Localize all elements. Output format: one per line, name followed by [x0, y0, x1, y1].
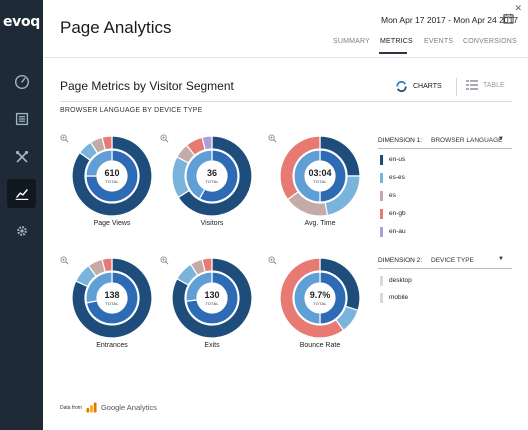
google-analytics-label: Google Analytics	[100, 403, 157, 412]
legend-swatch	[380, 190, 383, 201]
donut-total-label: TOTAL	[205, 179, 219, 184]
legend-item-desktop[interactable]: desktop	[380, 274, 412, 287]
donut-total-value: 03:04	[308, 168, 332, 178]
page-analytics-window: evoq Page Analytics Mon Apr 17 2017 - Mo…	[0, 0, 528, 430]
donut-total-value: 130	[204, 290, 220, 300]
legend-label: desktop	[389, 277, 412, 284]
footer-prefix: Data from	[60, 404, 82, 411]
legend-label: en-us	[389, 156, 406, 163]
donut-title: Bounce Rate	[299, 342, 341, 349]
donut-total-value: 138	[104, 290, 120, 300]
legend-item-en-au[interactable]: en-au	[380, 225, 406, 238]
dimension2-label: DIMENSION 2:	[378, 257, 423, 264]
dimension1-select[interactable]: DIMENSION 1: BROWSER LANGUAGE ▼	[378, 135, 512, 149]
legend-label: es	[389, 192, 396, 199]
donut-total-label: TOTAL	[313, 179, 327, 184]
zoom-icon[interactable]	[160, 256, 169, 265]
donut-total-label: TOTAL	[313, 301, 327, 306]
donut-title: Visitors	[200, 220, 224, 227]
legend-swatch	[380, 226, 383, 237]
donut-total-value: 36	[206, 168, 217, 178]
zoom-icon[interactable]	[160, 134, 169, 143]
donut-title: Exits	[204, 342, 220, 349]
legend-item-en-us[interactable]: en-us	[380, 153, 405, 166]
legend-swatch	[380, 292, 383, 303]
chevron-down-icon: ▼	[498, 256, 504, 262]
donut-title: Entrances	[96, 342, 128, 349]
legend-item-en-gb[interactable]: en-gb	[380, 207, 406, 220]
donut-total-value: 610	[104, 168, 120, 178]
legend-label: en-au	[389, 228, 406, 235]
zoom-icon[interactable]	[60, 256, 69, 265]
legend-swatch	[380, 154, 383, 165]
donut-total-label: TOTAL	[205, 301, 219, 306]
donut-total-label: TOTAL	[105, 301, 119, 306]
donut-total-label: TOTAL	[105, 179, 119, 184]
legend-swatch	[380, 208, 383, 219]
footer: Data from Google Analytics	[60, 402, 157, 413]
dimension1-label: DIMENSION 1:	[378, 137, 423, 144]
dimension2-select[interactable]: DIMENSION 2: DEVICE TYPE ▼	[378, 255, 512, 269]
dimension2-value: DEVICE TYPE	[431, 257, 474, 264]
donut-title: Page Views	[93, 220, 131, 227]
donut-total-value: 9.7%	[309, 290, 331, 300]
legend-label: mobile	[389, 294, 409, 301]
zoom-icon[interactable]	[268, 256, 277, 265]
zoom-icon[interactable]	[60, 134, 69, 143]
legend-item-es[interactable]: es	[380, 189, 396, 202]
legend-label: en-gb	[389, 210, 406, 217]
legend-swatch	[380, 275, 383, 286]
donut-charts-svg	[71, 135, 361, 339]
zoom-icon[interactable]	[268, 134, 277, 143]
legend-item-es-es[interactable]: es-es	[380, 171, 405, 184]
chevron-down-icon: ▼	[498, 136, 504, 142]
legend-item-mobile[interactable]: mobile	[380, 291, 408, 304]
legend-label: es-es	[389, 174, 405, 181]
legend-swatch	[380, 172, 383, 183]
donut-title: Avg. Time	[304, 220, 336, 227]
dimension1-value: BROWSER LANGUAGE	[431, 137, 503, 144]
google-analytics-logo-icon	[86, 402, 97, 413]
